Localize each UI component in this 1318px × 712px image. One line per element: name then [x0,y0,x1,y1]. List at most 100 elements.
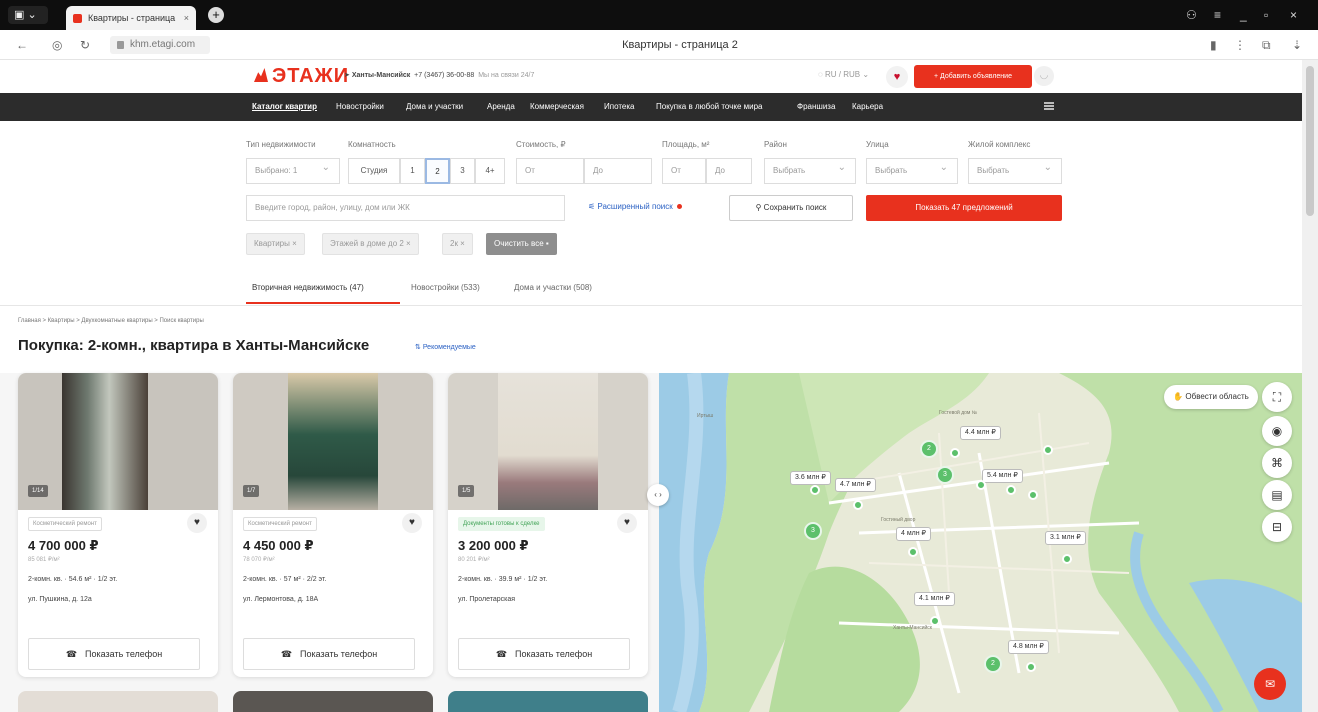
chip-apartments[interactable]: Квартиры × [246,233,305,255]
nav-career[interactable]: Карьера [852,102,883,111]
map-price-pin[interactable]: 4.8 млн ₽ [1008,640,1049,654]
listing-card-next[interactable] [18,691,218,712]
favorite-heart-icon[interactable]: ♥ [617,513,637,533]
nav-franchise[interactable]: Франшиза [797,102,835,111]
area-to-input[interactable]: До [706,158,752,184]
listing-photo[interactable]: 1/7 [233,373,433,510]
page-scrollbar[interactable] [1302,60,1318,712]
favorite-heart-icon[interactable]: ♥ [402,513,422,533]
map-cluster-pin[interactable]: 3 [936,466,954,484]
nav-commercial[interactable]: Коммерческая [530,102,584,111]
nav-new-buildings[interactable]: Новостройки [336,102,384,111]
rooms-1[interactable]: 1 [400,158,425,184]
download-icon[interactable]: ⇣ [1292,38,1302,52]
reload-icon[interactable]: ↻ [80,38,90,52]
menu-icon[interactable]: ≡ [1214,8,1221,22]
nav-mortgage[interactable]: Ипотека [604,102,635,111]
map-dot-pin[interactable] [1043,445,1053,455]
scrollbar-thumb[interactable] [1306,66,1314,216]
nav-houses[interactable]: Дома и участки [406,102,463,111]
map-price-pin[interactable]: 4.1 млн ₽ [914,592,955,606]
locate-icon[interactable]: ◉ [1262,416,1292,446]
fullscreen-icon[interactable]: ⛶ [1262,382,1292,412]
chip-floors[interactable]: Этажей в доме до 2 × [322,233,419,255]
price-from-input[interactable]: От [516,158,584,184]
show-phone-button[interactable]: ☎ Показать телефон [458,638,630,670]
show-offers-button[interactable]: Показать 47 предложений [866,195,1062,221]
sort-selector[interactable]: ⇅ Рекомендуемые [415,343,476,351]
rooms-2[interactable]: 2 [425,158,450,184]
bookmark-icon[interactable]: ▮ [1210,38,1217,52]
more-icon[interactable]: ⋮ [1234,38,1246,52]
map-dot-pin[interactable] [950,448,960,458]
nav-catalog[interactable]: Каталог квартир [252,102,317,111]
add-listing-button[interactable]: + Добавить объявление [914,65,1032,88]
advanced-search-link[interactable]: ⚟ Расширенный поиск [588,202,682,211]
city-selector[interactable]: Ханты-Мансийск [352,72,410,79]
favorites-icon[interactable]: ♥ [886,66,908,88]
favorite-heart-icon[interactable]: ♥ [187,513,207,533]
tab-houses[interactable]: Дома и участки (508) [514,283,592,292]
listing-photo[interactable]: 1/14 [18,373,218,510]
type-select[interactable]: Выбрано: 1 [246,156,340,184]
new-tab-icon[interactable]: + [208,7,224,23]
poi-icon[interactable]: ⌘ [1262,448,1292,478]
map-dot-pin[interactable] [930,616,940,626]
browser-tab[interactable]: Квартиры - страница × [66,6,196,30]
listing-photo[interactable]: 1/5 [448,373,648,510]
map-dot-pin[interactable] [976,480,986,490]
area-from-input[interactable]: От [662,158,706,184]
hamburger-icon[interactable] [1044,102,1054,110]
chip-2k[interactable]: 2к × [442,233,473,255]
price-to-input[interactable]: До [584,158,652,184]
tab-new-buildings[interactable]: Новостройки (533) [411,283,480,292]
minimize-icon[interactable]: _ [1240,8,1247,22]
listing-card[interactable]: 1/7 Косметический ремонт ♥ 4 450 000 ₽ 7… [233,373,433,677]
shield-icon[interactable]: ◎ [52,38,62,52]
listings-map[interactable]: Гостевой дом № Иртыш Гостиный двор Ханты… [659,373,1302,712]
close-tab-icon[interactable]: × [184,6,189,30]
map-dot-pin[interactable] [810,485,820,495]
save-search-button[interactable]: ⚲ Сохранить поиск [729,195,853,221]
rooms-studio[interactable]: Студия [348,158,400,184]
etagi-logo[interactable]: ЭТАЖИ [254,65,349,88]
map-dot-pin[interactable] [853,500,863,510]
draw-area-button[interactable]: ✋ Обвести область [1164,385,1258,409]
user-icon[interactable]: ◡ [1034,66,1054,86]
clear-all-button[interactable]: Очистить все ▪ [486,233,557,255]
nav-worldwide[interactable]: Покупка в любой точке мира [656,102,762,111]
rooms-3[interactable]: 3 [450,158,475,184]
complex-select[interactable]: Выбрать [968,156,1062,184]
phone-number[interactable]: +7 (3467) 36-00-88 [414,72,474,79]
show-phone-button[interactable]: ☎ Показать телефон [28,638,200,670]
listing-card[interactable]: 1/14 Косметический ремонт ♥ 4 700 000 ₽ … [18,373,218,677]
map-cluster-pin[interactable]: 2 [920,440,938,458]
map-cluster-pin[interactable]: 3 [804,522,822,540]
restore-icon[interactable]: ▫ [1264,8,1268,22]
map-dot-pin[interactable] [1062,554,1072,564]
listing-card[interactable]: 1/5 Документы готовы к сделке ♥ 3 200 00… [448,373,648,677]
map-price-pin[interactable]: 3.1 млн ₽ [1045,531,1086,545]
street-select[interactable]: Выбрать [866,156,958,184]
map-price-pin[interactable]: 5.4 млн ₽ [982,469,1023,483]
screenshot-icon[interactable]: ⧉ [1262,38,1271,53]
nav-rent[interactable]: Аренда [487,102,515,111]
map-price-pin[interactable]: 4.4 млн ₽ [960,426,1001,440]
breadcrumb[interactable]: Главная > Квартиры > Двухкомнатные кварт… [18,318,204,324]
collapse-map-icon[interactable]: ‹ › [647,484,669,506]
chat-icon[interactable]: ✉ [1254,668,1286,700]
rooms-4plus[interactable]: 4+ [475,158,505,184]
close-window-icon[interactable]: × [1290,8,1297,22]
map-dot-pin[interactable] [1028,490,1038,500]
listing-card-next[interactable] [448,691,648,712]
layers-icon[interactable]: ▤ [1262,480,1292,510]
browser-menu-button[interactable]: ▣ ⌄ [8,6,48,24]
map-cluster-pin[interactable]: 2 [984,655,1002,673]
district-select[interactable]: Выбрать [764,156,856,184]
map-dot-pin[interactable] [1006,485,1016,495]
listing-card-next[interactable] [233,691,433,712]
map-dot-pin[interactable] [908,547,918,557]
map-price-pin[interactable]: 4 млн ₽ [896,527,931,541]
show-phone-button[interactable]: ☎ Показать телефон [243,638,415,670]
profile-icon[interactable]: ⚇ [1186,8,1197,22]
